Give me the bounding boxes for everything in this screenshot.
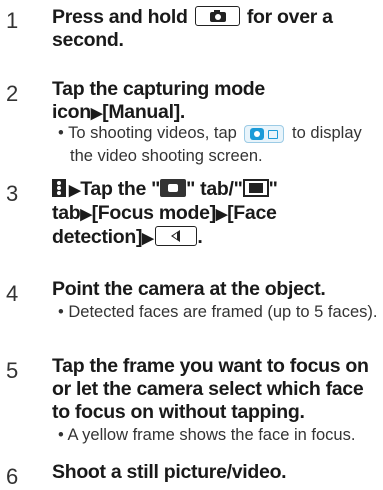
step-title: Shoot a still picture/video.: [52, 461, 287, 483]
step-note: • To shooting videos, tap to display the…: [58, 124, 362, 165]
step-number: 5: [6, 358, 19, 383]
back-key-icon: [155, 226, 198, 246]
step-title: Tap the capturing mode icon▶[Manual].: [52, 78, 265, 123]
step-note: • A yellow frame shows the face in focus…: [58, 426, 356, 444]
step-title: ▶Tap the " " tab/" " tab▶[Focus mode]▶[Fac…: [52, 178, 278, 248]
step-note: • Detected faces are framed (up to 5 fac…: [58, 303, 378, 321]
camera-key-icon: [194, 6, 240, 26]
capture-mode-icon: [244, 125, 285, 143]
step-number: 2: [6, 81, 19, 106]
step-title: Point the camera at the object.: [52, 278, 326, 300]
step-number: 1: [6, 8, 19, 33]
step-number: 3: [6, 181, 19, 206]
step-number: 4: [6, 281, 19, 306]
still-tab-icon: [160, 179, 187, 197]
step-number: 6: [6, 464, 19, 489]
arrow-icon: ▶: [90, 105, 103, 122]
step-title: Tap the frame you want to focus on or le…: [52, 355, 369, 423]
step-title: Press and hold for over a second.: [52, 6, 333, 51]
video-tab-icon: [242, 179, 269, 197]
menu-icon: [52, 179, 66, 197]
